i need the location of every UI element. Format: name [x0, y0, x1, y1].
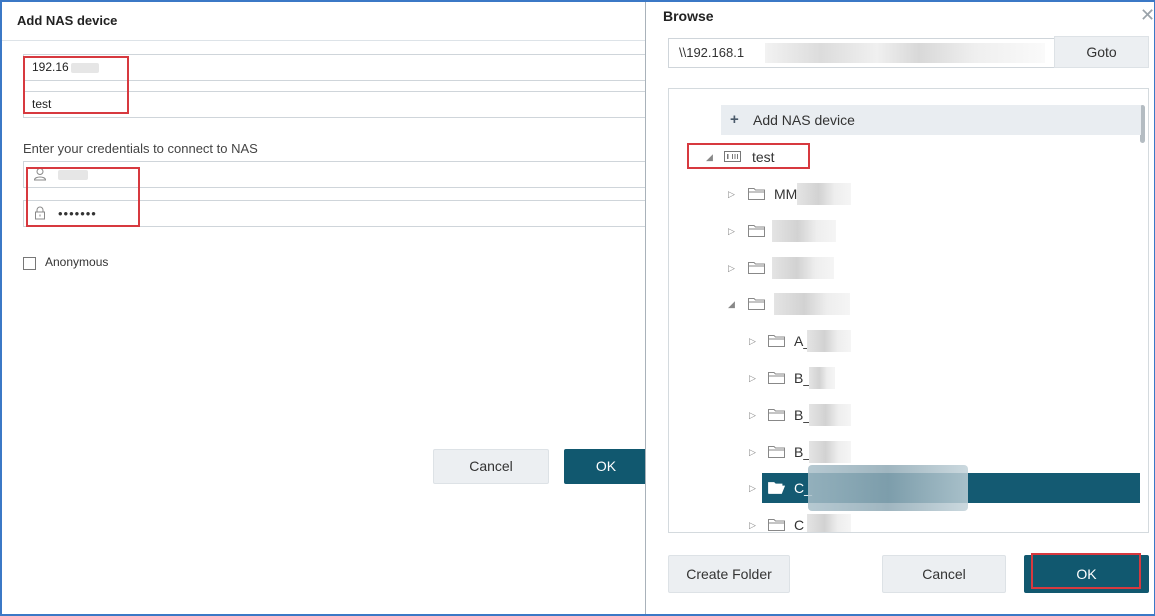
- ok-button[interactable]: OK: [564, 449, 648, 484]
- tree-node-label: MM: [774, 186, 798, 202]
- anonymous-checkbox[interactable]: [23, 257, 36, 270]
- folder-icon: [768, 446, 785, 458]
- redacted-blur: [807, 514, 851, 532]
- title-divider: [2, 40, 646, 41]
- tree-node-folder[interactable]: ▷: [669, 253, 1139, 283]
- browse-dialog: Browse ✕ \\192.168.1 Goto + Add NAS devi…: [645, 2, 1155, 614]
- password-value: •••••••: [58, 206, 97, 221]
- folder-icon: [768, 519, 785, 531]
- expand-arrow-icon[interactable]: ▷: [749, 437, 756, 467]
- lock-icon: [35, 206, 45, 220]
- folder-icon: [748, 298, 765, 310]
- collapse-arrow-icon[interactable]: ◢: [706, 142, 713, 172]
- redacted-blur: [765, 43, 1045, 63]
- cancel-button[interactable]: Cancel: [882, 555, 1006, 593]
- redacted-blur: [809, 367, 835, 389]
- folder-icon: [768, 335, 785, 347]
- nas-name-value: test: [32, 97, 52, 111]
- expand-arrow-icon[interactable]: ▷: [749, 510, 756, 532]
- redacted-blur: [58, 169, 88, 180]
- expand-arrow-icon[interactable]: ▷: [749, 473, 756, 503]
- cancel-button[interactable]: Cancel: [433, 449, 549, 484]
- tree-node-folder[interactable]: ▷: [669, 216, 1139, 246]
- path-value: \\192.168.1: [679, 45, 745, 60]
- folder-icon: [768, 372, 785, 384]
- path-input[interactable]: \\192.168.1: [668, 38, 1066, 68]
- redacted-blur: [807, 330, 851, 352]
- anonymous-label: Anonymous: [45, 255, 109, 269]
- ok-button[interactable]: OK: [1024, 555, 1149, 593]
- collapse-arrow-icon[interactable]: ◢: [728, 289, 735, 319]
- redacted-blur: [772, 257, 834, 279]
- ip-address-value: 192.16: [32, 60, 69, 74]
- tree-node-device[interactable]: ◢ test: [669, 142, 1139, 172]
- expand-arrow-icon[interactable]: ▷: [749, 326, 756, 356]
- tree-node-folder[interactable]: ▷ B_: [669, 363, 1139, 393]
- nas-name-field[interactable]: test: [23, 91, 663, 118]
- folder-open-icon: [768, 482, 785, 494]
- redacted-blur: [772, 220, 836, 242]
- expand-arrow-icon[interactable]: ▷: [749, 400, 756, 430]
- redacted-blur: [809, 441, 851, 463]
- dialog-title: Add NAS device: [17, 13, 118, 28]
- folder-icon: [748, 262, 765, 274]
- tree-node-folder-selected[interactable]: ▷ C_: [749, 465, 1140, 511]
- tree-node-folder[interactable]: ▷ MM: [669, 179, 1139, 209]
- tree-node-folder[interactable]: ▷ C: [669, 510, 1139, 533]
- add-nas-device-item[interactable]: + Add NAS device: [721, 105, 1141, 135]
- redacted-blur: [70, 62, 99, 73]
- tree-node-folder[interactable]: ▷ B_: [669, 437, 1139, 467]
- plus-icon: +: [730, 111, 739, 128]
- username-field[interactable]: [23, 161, 663, 188]
- tree-node-label: C: [794, 517, 805, 533]
- password-field[interactable]: •••••••: [23, 200, 663, 227]
- goto-button[interactable]: Goto: [1054, 36, 1149, 68]
- add-nas-dialog: Add NAS device 192.16 test Enter your cr…: [2, 2, 663, 614]
- redacted-blur: [797, 183, 851, 205]
- tree-node-folder[interactable]: ▷ B_: [669, 400, 1139, 430]
- tree-node-folder[interactable]: ▷ A_: [669, 326, 1139, 356]
- close-icon[interactable]: ✕: [1140, 6, 1155, 24]
- expand-arrow-icon[interactable]: ▷: [728, 216, 735, 246]
- ip-address-field[interactable]: 192.16: [23, 54, 663, 81]
- user-icon: [33, 168, 47, 181]
- expand-arrow-icon[interactable]: ▷: [728, 179, 735, 209]
- nas-device-icon: [724, 151, 741, 162]
- dialog-title: Browse: [663, 8, 714, 24]
- folder-icon: [748, 225, 765, 237]
- redacted-blur: [808, 465, 968, 511]
- credentials-label: Enter your credentials to connect to NAS: [23, 141, 258, 156]
- tree-node-label: test: [752, 149, 775, 165]
- expand-arrow-icon[interactable]: ▷: [749, 363, 756, 393]
- username-value: [58, 162, 88, 187]
- redacted-blur: [809, 404, 851, 426]
- expand-arrow-icon[interactable]: ▷: [728, 253, 735, 283]
- tree-node-folder[interactable]: ◢: [669, 289, 1139, 319]
- add-nas-device-label: Add NAS device: [753, 112, 855, 128]
- redacted-blur: [774, 293, 850, 315]
- folder-icon: [748, 188, 765, 200]
- create-folder-button[interactable]: Create Folder: [668, 555, 790, 593]
- folder-icon: [768, 409, 785, 421]
- folder-tree[interactable]: + Add NAS device ◢ test ▷ MM ▷ ▷ ◢ ▷ A_ …: [668, 88, 1149, 533]
